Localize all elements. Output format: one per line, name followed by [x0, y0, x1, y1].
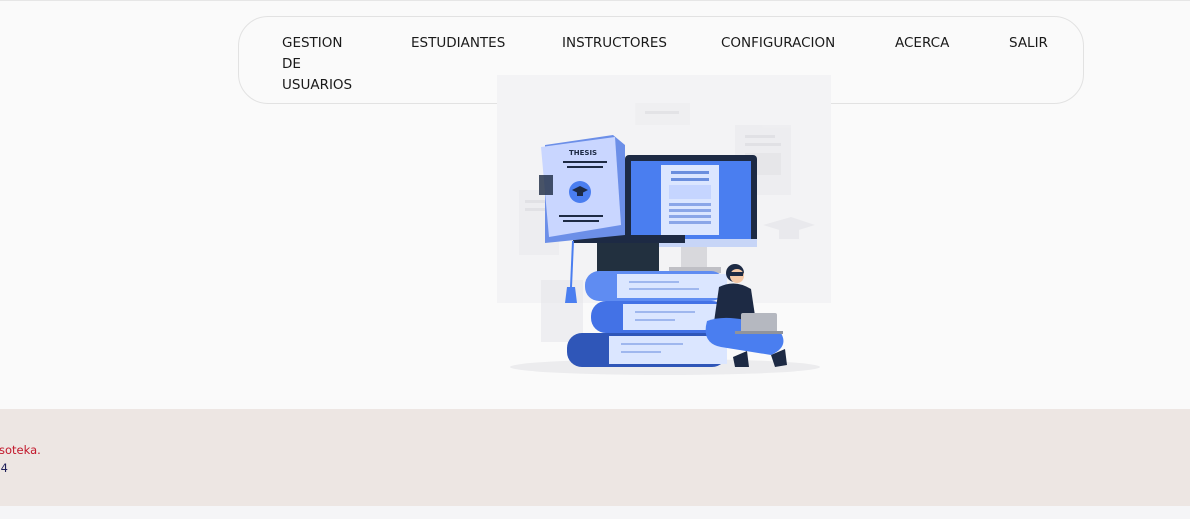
page-footer: ursoteka. 024: [0, 409, 1190, 506]
stacked-books: [567, 271, 729, 367]
footer-year: 024: [0, 461, 8, 475]
nav-estudiantes[interactable]: ESTUDIANTES: [411, 33, 505, 54]
nav-acerca[interactable]: ACERCA: [895, 33, 949, 54]
bottom-strip: [0, 506, 1190, 519]
nav-gestion-de-usuarios[interactable]: GESTION DE USUARIOS: [282, 33, 352, 96]
thesis-label: THESIS: [569, 149, 597, 157]
student-thesis-illustration: THESIS: [497, 75, 831, 375]
nav-configuracion[interactable]: CONFIGURACION: [721, 33, 835, 54]
nav-salir[interactable]: SALIR: [1009, 33, 1048, 54]
nav-instructores[interactable]: INSTRUCTORES: [562, 33, 667, 54]
thesis-book: THESIS: [539, 135, 625, 243]
top-divider: [0, 0, 1190, 1]
footer-brand: ursoteka.: [0, 443, 41, 457]
hero-illustration: THESIS: [495, 75, 835, 375]
